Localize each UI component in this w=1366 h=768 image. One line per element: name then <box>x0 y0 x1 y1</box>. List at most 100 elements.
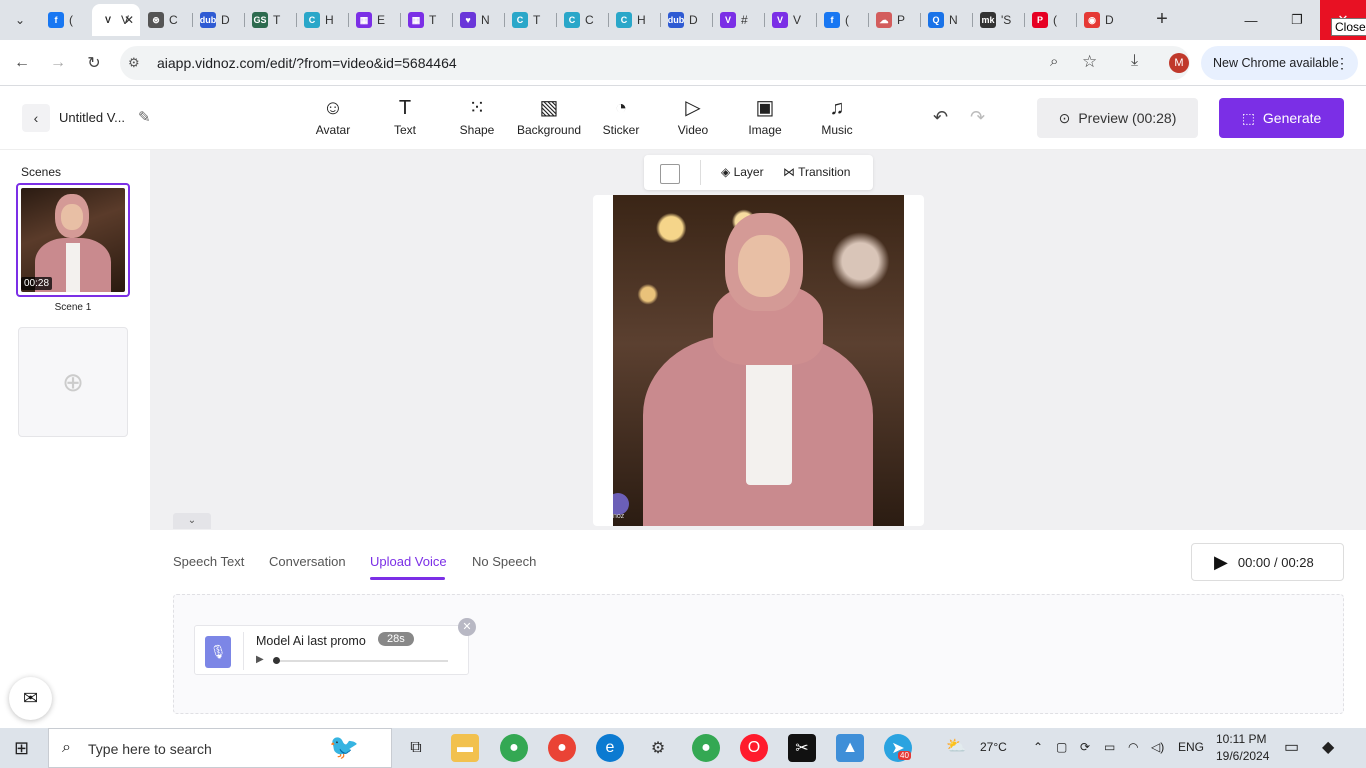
tab-speech-text[interactable]: Speech Text <box>173 554 244 569</box>
url-text[interactable]: aiapp.vidnoz.com/edit/?from=video&id=568… <box>157 55 457 71</box>
browser-tab[interactable]: CH <box>608 4 660 36</box>
taskbar-search[interactable]: ⌕ Type here to search 🐦 <box>48 728 392 768</box>
tool-background-button[interactable]: ▧ Background <box>517 97 581 137</box>
address-bar[interactable]: ⚙ aiapp.vidnoz.com/edit/?from=video&id=5… <box>120 46 1190 80</box>
support-inbox-icon[interactable]: ✉ <box>9 677 52 720</box>
preview-button[interactable]: ⊙ Preview (00:28) <box>1037 98 1198 138</box>
tab-title: H <box>325 13 334 27</box>
capcut-icon[interactable]: ✂ <box>788 734 816 762</box>
photos-icon[interactable]: ▲ <box>836 734 864 762</box>
project-title[interactable]: Untitled V... <box>59 110 125 125</box>
browser-tab[interactable]: GS T <box>244 4 296 36</box>
tray-app-icon[interactable]: ▢ <box>1056 740 1067 754</box>
play-icon[interactable]: ▶ <box>1214 552 1228 573</box>
video-stage[interactable]: noz <box>593 195 924 526</box>
audio-progress-knob[interactable] <box>273 657 280 664</box>
tab-conversation[interactable]: Conversation <box>269 554 346 569</box>
chrome-icon[interactable]: ● <box>500 734 528 762</box>
restore-button[interactable]: ❐ <box>1274 0 1320 40</box>
settings-gear-icon[interactable]: ⚙ <box>644 734 672 762</box>
avatar-shirt <box>746 345 792 485</box>
editor-back-button[interactable]: ‹ <box>22 104 50 132</box>
browser-tab[interactable]: f( <box>40 4 92 36</box>
tray-device-icon[interactable]: ▭ <box>1104 740 1115 754</box>
undo-icon[interactable]: ↶ <box>933 107 948 128</box>
browser-tab[interactable]: ▦ E <box>348 4 400 36</box>
browser-tab[interactable]: dub D <box>660 4 712 36</box>
voice-upload-area[interactable]: 🎙 Model Ai last promo 28s ▶ ✕ <box>173 594 1344 714</box>
browser-tab[interactable]: dub D <box>192 4 244 36</box>
windows-start-icon[interactable]: ⊞ <box>14 738 29 759</box>
browser-tab[interactable]: QN <box>920 4 972 36</box>
browser-tab[interactable]: ⊛ C <box>140 4 192 36</box>
volume-icon[interactable]: ◁) <box>1151 740 1164 754</box>
chrome-profile-2-icon[interactable]: ● <box>692 734 720 762</box>
reload-icon[interactable]: ↻ <box>81 50 107 76</box>
bookmark-star-icon[interactable]: ☆ <box>1082 52 1097 72</box>
transition-button[interactable]: ⋈ Transition <box>783 165 850 179</box>
redo-icon[interactable]: ↷ <box>970 107 985 128</box>
browser-tab[interactable]: V # <box>712 4 764 36</box>
tab-close-icon[interactable]: ✕ <box>124 13 134 27</box>
tool-text-button[interactable]: T Text <box>373 97 437 137</box>
browser-tab[interactable]: ◉ D <box>1076 4 1128 36</box>
browser-tab[interactable]: CT <box>504 4 556 36</box>
scene-thumbnail[interactable]: 00:28 <box>16 183 130 297</box>
rename-pencil-icon[interactable]: ✎ <box>138 108 151 126</box>
browser-tab[interactable]: f( <box>816 4 868 36</box>
chrome-profile-icon[interactable]: ● <box>548 734 576 762</box>
weather-temperature[interactable]: 27°C <box>980 740 1007 754</box>
browser-tab[interactable]: CC <box>556 4 608 36</box>
browser-tab[interactable]: VV <box>764 4 816 36</box>
browser-tab[interactable]: CH <box>296 4 348 36</box>
new-chrome-available-button[interactable]: New Chrome available ⋮ <box>1201 46 1358 80</box>
forward-arrow-icon[interactable]: → <box>45 50 71 76</box>
tab-upload-voice[interactable]: Upload Voice <box>370 554 447 569</box>
back-arrow-icon[interactable]: ← <box>9 50 35 76</box>
copilot-icon[interactable]: ◆ <box>1322 737 1334 757</box>
collapse-panel-chevron-icon[interactable]: ⌄ <box>173 513 211 529</box>
opera-icon[interactable]: O <box>740 734 768 762</box>
tab-no-speech[interactable]: No Speech <box>472 554 536 569</box>
tray-chevron-icon[interactable]: ⌃ <box>1033 740 1043 754</box>
layer-button[interactable]: ◈ Layer <box>721 165 764 179</box>
tray-sync-icon[interactable]: ⟳ <box>1080 740 1090 754</box>
browser-tab[interactable]: V V ✕ <box>92 4 140 36</box>
browser-tab[interactable]: ☁ P <box>868 4 920 36</box>
tool-avatar-button[interactable]: ☺ Avatar <box>301 97 365 137</box>
tab-title: T <box>533 13 541 27</box>
language-indicator[interactable]: ENG <box>1178 740 1204 754</box>
browser-tab[interactable]: ♥ N <box>452 4 504 36</box>
add-scene-button[interactable]: ⊕ <box>18 327 128 437</box>
audio-play-icon[interactable]: ▶ <box>256 654 264 665</box>
browser-tab[interactable]: ▦ T <box>400 4 452 36</box>
new-tab-button[interactable]: + <box>1150 8 1174 32</box>
site-info-icon[interactable]: ⚙ <box>128 55 140 71</box>
generate-button[interactable]: ⬚ Generate <box>1219 98 1344 138</box>
wifi-icon[interactable]: ◠ <box>1128 740 1138 754</box>
tool-image-button[interactable]: ▣ Image <box>733 97 797 137</box>
browser-tab[interactable]: P( <box>1024 4 1076 36</box>
background-color-swatch[interactable] <box>660 164 680 184</box>
tool-video-button[interactable]: ▷ Video <box>661 97 725 137</box>
menu-kebab-icon[interactable]: ⋮ <box>1335 46 1349 80</box>
minimize-button[interactable]: — <box>1228 0 1274 40</box>
audio-progress-track[interactable] <box>273 657 448 664</box>
profile-avatar[interactable]: M <box>1169 53 1189 73</box>
tool-music-button[interactable]: ♫ Music <box>805 97 869 137</box>
weather-cloud-icon[interactable]: ⛅ <box>946 736 966 756</box>
zoom-icon[interactable]: ⌕ <box>1050 53 1058 70</box>
download-icon[interactable]: ⤓ <box>1131 52 1138 70</box>
task-view-icon[interactable]: ⧉ <box>402 734 430 762</box>
playback-control[interactable]: ▶ 00:00 / 00:28 <box>1191 543 1344 581</box>
taskbar-clock[interactable]: 10:11 PM 19/6/2024 <box>1216 731 1269 765</box>
notification-icon[interactable]: ▭ <box>1284 737 1299 757</box>
browser-tab[interactable]: mk 'S <box>972 4 1024 36</box>
edge-icon[interactable]: e <box>596 734 624 762</box>
avatar-video-frame[interactable]: noz <box>613 195 904 526</box>
tool-sticker-button[interactable]: ◔ Sticker <box>589 97 653 137</box>
tab-search-chevron-icon[interactable]: ⌄ <box>8 8 32 32</box>
remove-audio-close-icon[interactable]: ✕ <box>458 618 476 636</box>
tool-shape-button[interactable]: ⁙ Shape <box>445 97 509 137</box>
file-explorer-icon[interactable]: ▬ <box>451 734 479 762</box>
